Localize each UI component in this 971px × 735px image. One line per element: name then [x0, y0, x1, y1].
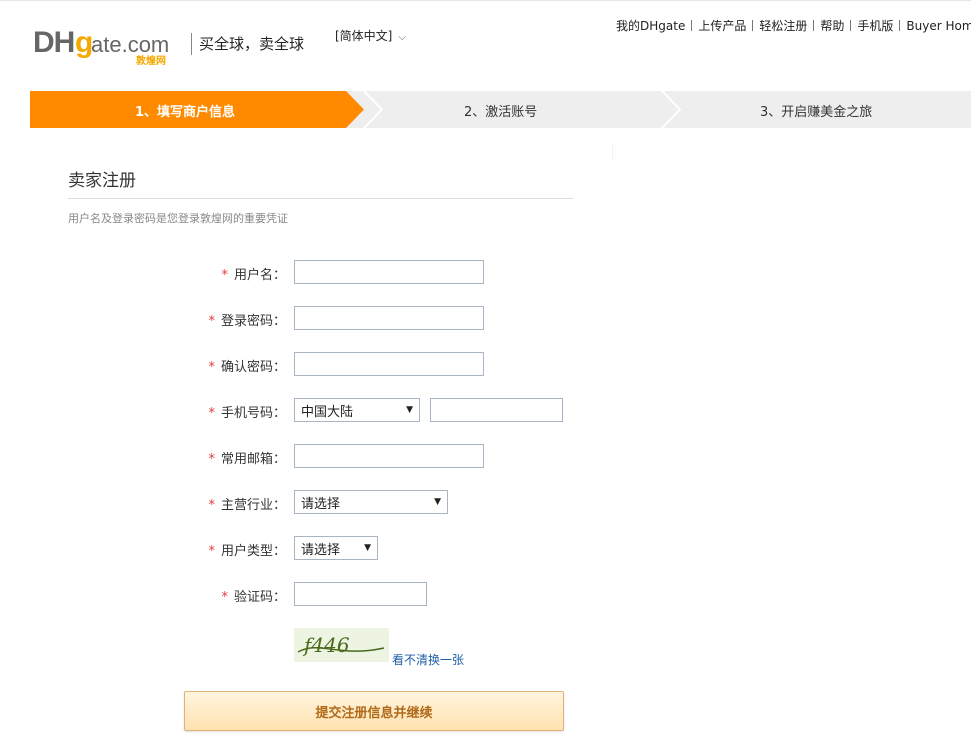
captcha-text: f446 [302, 633, 350, 657]
chevron-down-icon: ⌵ [398, 32, 406, 43]
required-mark: * [208, 544, 215, 559]
page-title: 卖家注册 [68, 171, 136, 191]
step-fill-info: 1、填写商户信息 [135, 105, 236, 120]
confirm-password-label: * 确认密码： [208, 360, 286, 375]
username-label: * 用户名： [221, 268, 286, 283]
phone-label: * 手机号码： [208, 406, 286, 421]
divider-mark [612, 145, 613, 159]
industry-value: 请选择 [301, 496, 341, 512]
email-input[interactable] [294, 444, 484, 468]
step-start-earning: 3、开启赚美金之旅 [760, 105, 873, 120]
link-help[interactable]: 帮助 [820, 17, 844, 34]
password-label: * 登录密码： [208, 314, 286, 329]
user-type-select[interactable]: 请选择 ▼ [294, 536, 378, 560]
user-type-label: * 用户类型： [208, 544, 286, 559]
dropdown-arrow-icon: ▼ [406, 405, 413, 415]
link-separator [850, 20, 852, 31]
required-mark: * [208, 498, 215, 513]
required-mark: * [221, 590, 228, 605]
link-separator [752, 20, 754, 31]
link-mobile[interactable]: 手机版 [857, 17, 893, 34]
required-mark: * [208, 314, 215, 329]
link-separator [691, 20, 693, 31]
svg-text:ate.com: ate.com [91, 32, 169, 57]
svg-text:g: g [75, 26, 92, 59]
top-border [0, 0, 971, 4]
slogan: 买全球，卖全球 [199, 35, 305, 53]
svg-text:敦煌网: 敦煌网 [136, 54, 166, 67]
industry-label: * 主营行业： [208, 498, 286, 513]
top-links: 我的DHgate 上传产品 轻松注册 帮助 手机版 Buyer Home [616, 17, 971, 34]
required-mark: * [221, 268, 228, 283]
industry-select[interactable]: 请选择 ▼ [294, 490, 448, 514]
required-mark: * [208, 406, 215, 421]
link-buyer-home[interactable]: Buyer Home [906, 19, 971, 33]
link-separator [899, 20, 901, 31]
captcha-image[interactable]: f446 [294, 628, 389, 662]
link-easy-register[interactable]: 轻松注册 [759, 17, 807, 34]
dhgate-logo[interactable]: DH g ate.com 敦煌网 [33, 22, 183, 68]
captcha-refresh-link[interactable]: 看不清换一张 [392, 651, 464, 668]
phone-number-input[interactable] [430, 398, 563, 422]
logo-divider [191, 33, 192, 55]
language-label: [简体中文] [335, 29, 393, 43]
confirm-password-input[interactable] [294, 352, 484, 376]
captcha-input[interactable] [294, 582, 427, 606]
step-activate-account: 2、激活账号 [464, 105, 538, 120]
phone-region-select[interactable]: 中国大陆 ▼ [294, 398, 420, 422]
phone-region-value: 中国大陆 [301, 404, 354, 420]
link-upload-product[interactable]: 上传产品 [698, 17, 746, 34]
registration-steps: 1、填写商户信息 2、激活账号 3、开启赚美金之旅 [30, 91, 971, 128]
user-type-value: 请选择 [301, 542, 341, 558]
password-input[interactable] [294, 306, 484, 330]
svg-text:DH: DH [33, 26, 74, 59]
submit-registration-button[interactable]: 提交注册信息并继续 [184, 691, 564, 731]
dropdown-arrow-icon: ▼ [364, 543, 371, 553]
link-separator [813, 20, 815, 31]
language-selector[interactable]: [简体中文] ⌵ [335, 27, 406, 44]
captcha-label: * 验证码： [221, 590, 286, 605]
username-input[interactable] [294, 260, 484, 284]
email-label: * 常用邮箱： [208, 452, 286, 467]
section-note: 用户名及登录密码是您登录敦煌网的重要凭证 [68, 212, 288, 225]
section-divider [68, 198, 573, 199]
required-mark: * [208, 360, 215, 375]
dropdown-arrow-icon: ▼ [434, 497, 441, 507]
link-my-dhgate[interactable]: 我的DHgate [616, 17, 685, 34]
required-mark: * [208, 452, 215, 467]
